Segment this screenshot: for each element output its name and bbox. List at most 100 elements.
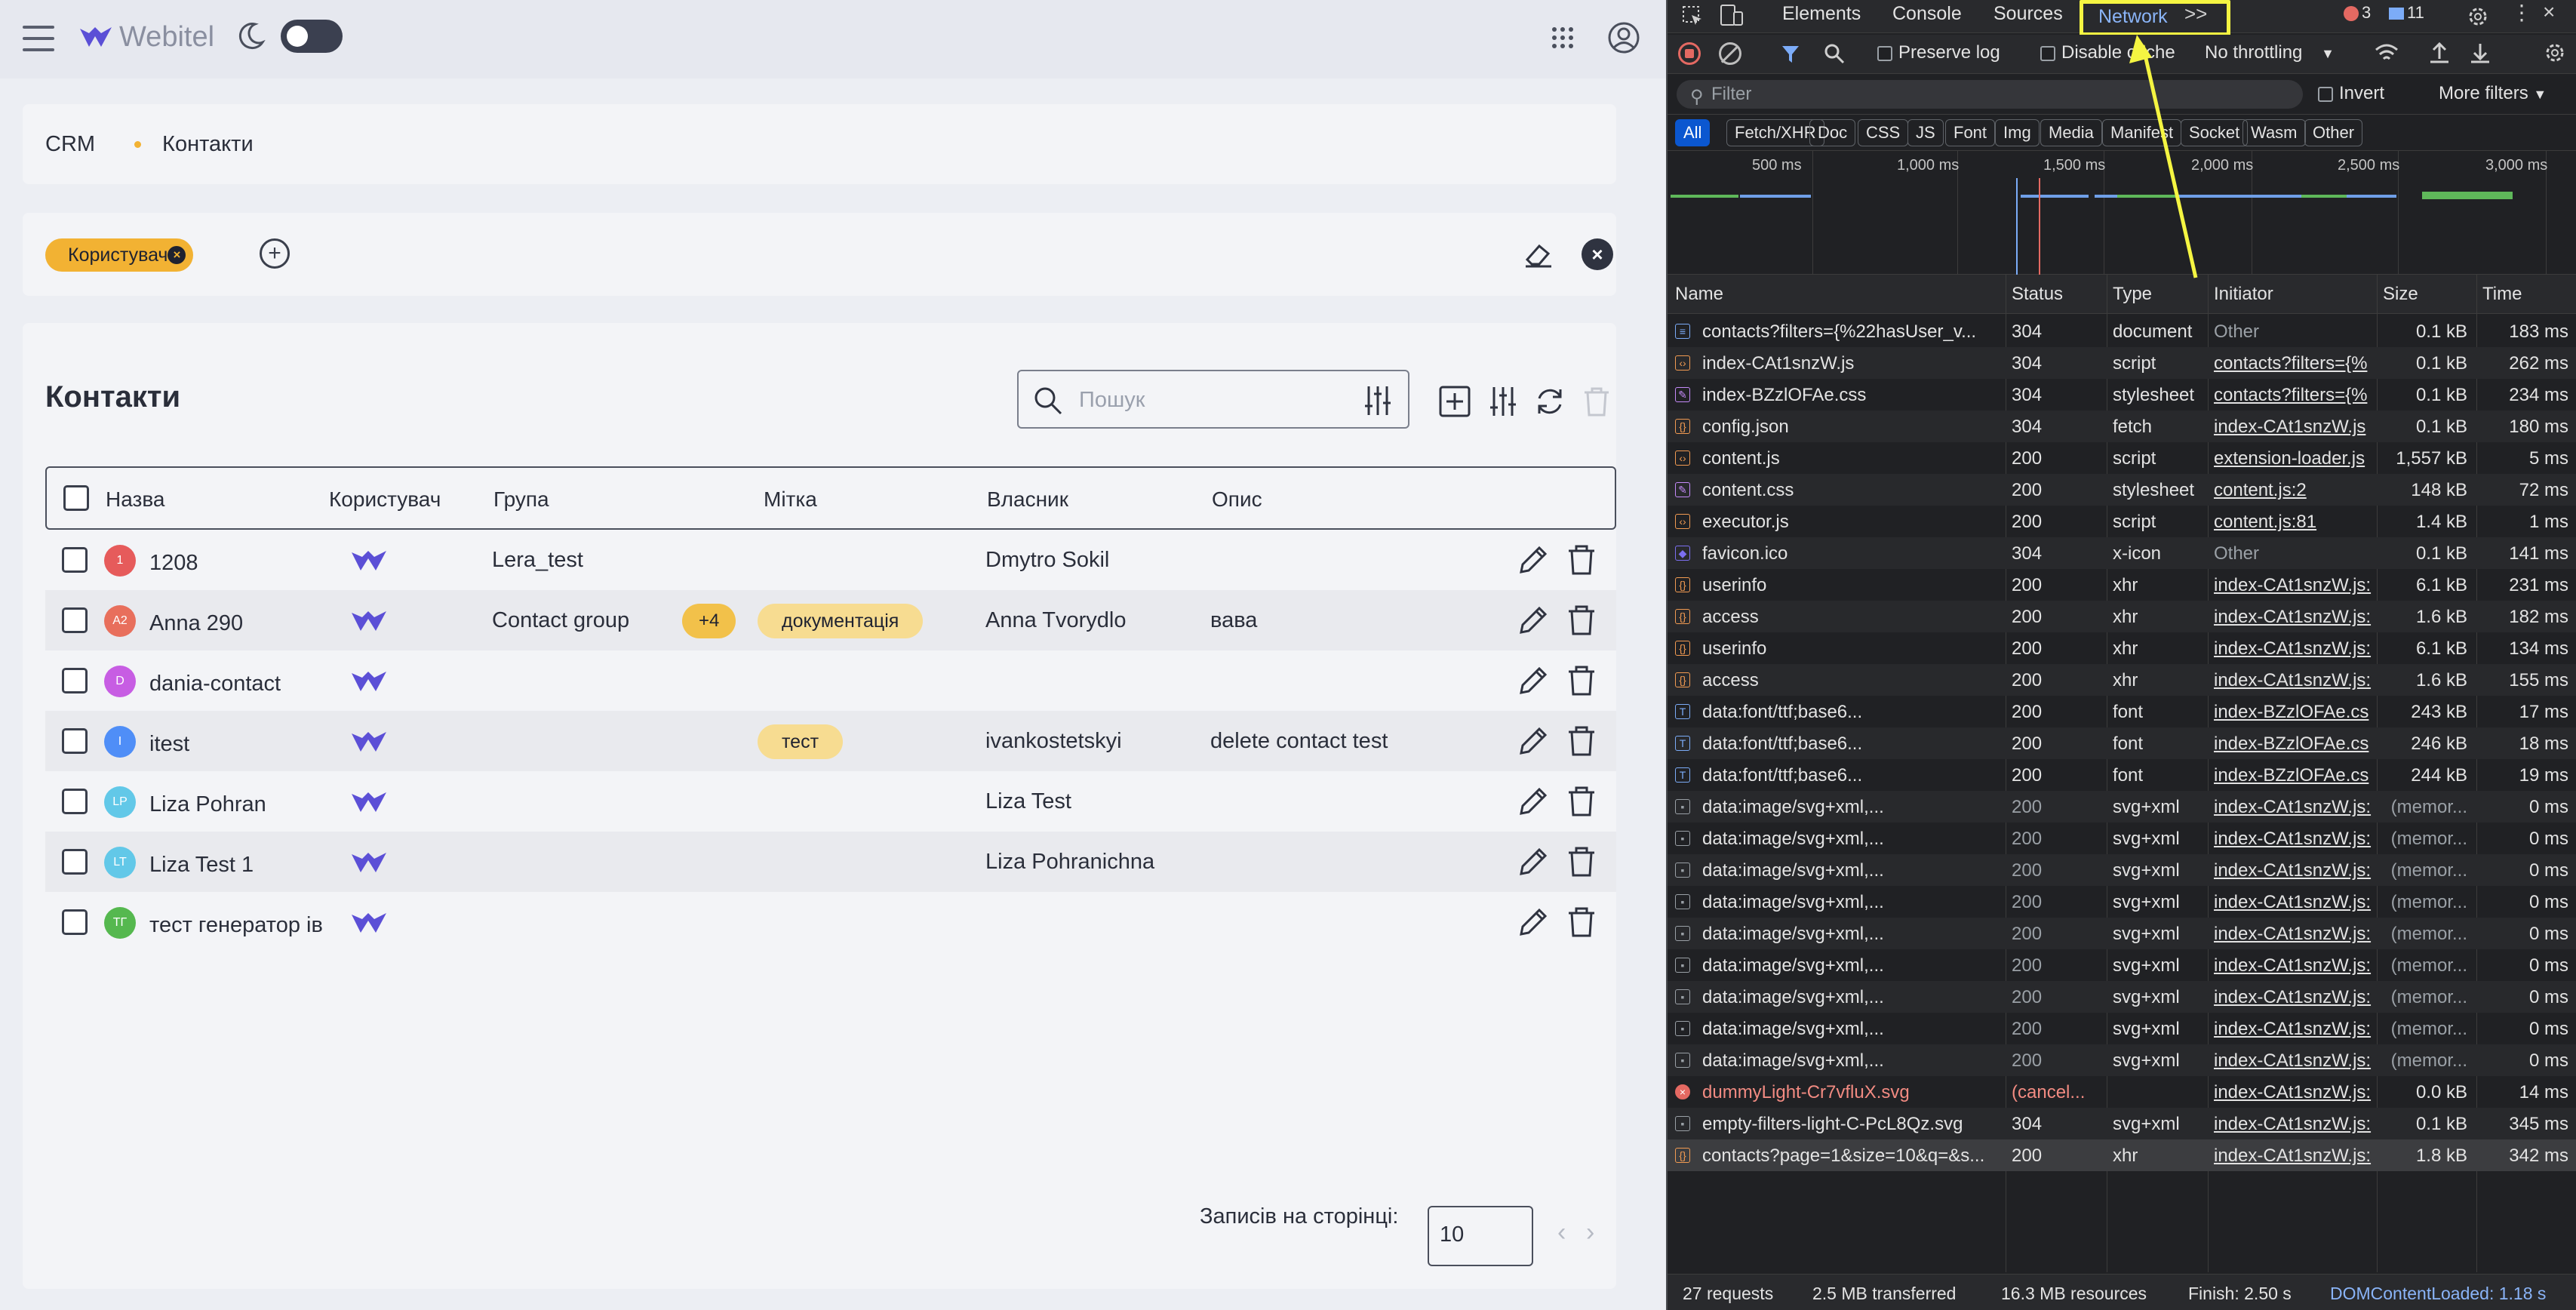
contact-name[interactable]: 1208 [149, 546, 368, 580]
delete-icon[interactable] [1566, 604, 1597, 637]
request-initiator[interactable]: contacts?filters={% [2214, 385, 2383, 406]
row-checkbox[interactable] [62, 728, 88, 754]
edit-icon[interactable] [1517, 785, 1550, 818]
column-header[interactable]: Мітка [764, 487, 817, 512]
remove-filter-icon[interactable]: × [168, 246, 186, 264]
type-filter-socket[interactable]: Socket [2181, 119, 2249, 146]
search-input[interactable]: Пошук [1017, 370, 1409, 429]
table-row[interactable]: 1 1208 Lera_test Dmytro Sokil [45, 530, 1616, 590]
row-checkbox[interactable] [62, 789, 88, 814]
record-icon[interactable] [1678, 42, 1701, 65]
request-row[interactable]: Tdata:font/ttf;base6... 200 font index-BZzl… [1668, 759, 2576, 791]
column-header[interactable]: Група [493, 487, 549, 512]
search-icon[interactable] [1823, 42, 1846, 65]
request-row[interactable]: ✎ content.css 200 stylesheet content.js:2 148… [1668, 474, 2576, 506]
delete-icon[interactable] [1566, 724, 1597, 758]
request-name[interactable]: contacts?filters={%22hasUser_v... [1702, 321, 2004, 343]
request-row[interactable]: ▪ data:image/svg+xml,... 200 svg+xml index-C… [1668, 1013, 2576, 1044]
request-row[interactable]: ▪ empty-filters-light-C-PcL8Qz.svg 304 svg+… [1668, 1108, 2576, 1139]
request-name[interactable]: data:image/svg+xml,... [1702, 1019, 2004, 1040]
request-initiator[interactable]: contacts?filters={% [2214, 353, 2383, 374]
request-name[interactable]: data:image/svg+xml,... [1702, 955, 2004, 976]
contact-name[interactable]: Anna 290 [149, 607, 368, 640]
message-count[interactable]: 11 [2389, 3, 2424, 23]
edit-icon[interactable] [1517, 845, 1550, 878]
request-name[interactable]: content.js [1702, 448, 2004, 469]
logo[interactable]: Webitel [78, 21, 214, 54]
more-filters-dropdown[interactable]: More filters ▼ [2439, 83, 2547, 104]
refresh-icon[interactable] [1533, 385, 1566, 418]
request-initiator[interactable]: index-CAt1snzW.js: [2214, 1082, 2383, 1103]
tab-sources[interactable]: Sources [1993, 3, 2063, 25]
user-account-icon[interactable] [1607, 21, 1640, 54]
group-more-badge[interactable]: +4 [682, 604, 736, 638]
filter-chip-user[interactable]: Користувач × [45, 238, 194, 272]
request-initiator[interactable]: index-CAt1snzW.js: [2214, 955, 2383, 976]
request-row[interactable]: ▪ data:image/svg+xml,... 200 svg+xml index-C… [1668, 918, 2576, 949]
type-filter-other[interactable]: Other [2304, 119, 2363, 146]
type-filter-js[interactable]: JS [1907, 119, 1944, 146]
request-initiator[interactable]: index-CAt1snzW.js: [2214, 638, 2383, 660]
column-header[interactable]: Type [2113, 284, 2152, 305]
request-initiator[interactable]: index-CAt1snzW.js: [2214, 607, 2383, 628]
request-name[interactable]: contacts?page=1&size=10&q=&s... [1702, 1145, 2004, 1167]
request-row[interactable]: ‹› executor.js 200 script content.js:81 1.4 k… [1668, 506, 2576, 537]
request-initiator[interactable]: index-CAt1snzW.js: [2214, 575, 2383, 596]
type-filter-css[interactable]: CSS [1858, 119, 1909, 146]
add-filter-button[interactable]: + [260, 238, 290, 269]
request-name[interactable]: data:font/ttf;base6... [1702, 765, 2004, 786]
delete-icon[interactable] [1566, 785, 1597, 818]
contact-name[interactable]: Liza Test 1 [149, 848, 368, 881]
disable-cache-checkbox[interactable]: Disable cache [2040, 42, 2175, 63]
type-filter-media[interactable]: Media [2040, 119, 2102, 146]
request-name[interactable]: userinfo [1702, 575, 2004, 596]
edit-icon[interactable] [1517, 543, 1550, 577]
request-initiator[interactable]: content.js:2 [2214, 480, 2383, 501]
request-row[interactable]: ▪ data:image/svg+xml,... 200 svg+xml index-C… [1668, 1044, 2576, 1076]
request-initiator[interactable]: index-BZzlOFAe.cs [2214, 702, 2383, 723]
table-row[interactable]: LT Liza Test 1 Liza Pohranichna [45, 832, 1616, 892]
request-initiator[interactable]: index-CAt1snzW.js: [2214, 670, 2383, 691]
column-header[interactable]: Size [2383, 284, 2418, 305]
request-initiator[interactable]: index-CAt1snzW.js: [2214, 892, 2383, 913]
request-name[interactable]: config.json [1702, 417, 2004, 438]
request-row[interactable]: Tdata:font/ttf;base6... 200 font index-BZzl… [1668, 696, 2576, 727]
column-settings-icon[interactable] [1486, 385, 1520, 418]
more-tabs-icon[interactable]: >> [2184, 2, 2207, 26]
column-header[interactable]: Name [1675, 284, 1723, 305]
kebab-menu-icon[interactable]: ⋮ [2511, 0, 2532, 25]
close-devtools-icon[interactable]: × [2543, 0, 2555, 24]
request-row[interactable]: ▪ data:image/svg+xml,... 200 svg+xml index-C… [1668, 949, 2576, 981]
network-conditions-icon[interactable] [2374, 42, 2399, 65]
request-row[interactable]: {} access 200 xhr index-CAt1snzW.js: 1.6 kB 15… [1668, 664, 2576, 696]
edit-icon[interactable] [1517, 664, 1550, 697]
edit-icon[interactable] [1517, 906, 1550, 939]
invert-checkbox[interactable]: Invert [2318, 83, 2384, 104]
request-row[interactable]: {} contacts?page=1&size=10&q=&s... 200 xhr i… [1668, 1139, 2576, 1171]
request-name[interactable]: access [1702, 670, 2004, 691]
error-count[interactable]: 3 [2344, 3, 2371, 23]
delete-icon[interactable] [1566, 543, 1597, 577]
edit-icon[interactable] [1517, 604, 1550, 637]
request-initiator[interactable]: extension-loader.js [2214, 448, 2383, 469]
request-name[interactable]: data:image/svg+xml,... [1702, 892, 2004, 913]
request-row[interactable]: ▪ data:image/svg+xml,... 200 svg+xml index-C… [1668, 854, 2576, 886]
column-header[interactable]: Власник [987, 487, 1068, 512]
request-name[interactable]: data:image/svg+xml,... [1702, 924, 2004, 945]
request-name[interactable]: index-BZzlOFAe.css [1702, 385, 2004, 406]
request-name[interactable]: index-CAt1snzW.js [1702, 353, 2004, 374]
tab-network[interactable]: Network >> [2080, 0, 2230, 36]
request-initiator[interactable]: index-CAt1snzW.js: [2214, 860, 2383, 881]
request-name[interactable]: data:font/ttf;base6... [1702, 702, 2004, 723]
request-initiator[interactable]: Other [2214, 543, 2383, 564]
moon-icon[interactable] [234, 20, 267, 53]
request-row[interactable]: {} access 200 xhr index-CAt1snzW.js: 1.6 kB 18… [1668, 601, 2576, 632]
request-row[interactable]: ▪ data:image/svg+xml,... 200 svg+xml index-C… [1668, 791, 2576, 823]
request-initiator[interactable]: index-BZzlOFAe.cs [2214, 733, 2383, 755]
theme-toggle[interactable] [281, 20, 343, 53]
request-row[interactable]: ▪ data:image/svg+xml,... 200 svg+xml index-C… [1668, 886, 2576, 918]
table-row[interactable]: A2 Anna 290 Contact group +4 документація Ann… [45, 590, 1616, 650]
row-checkbox[interactable] [62, 668, 88, 693]
request-row[interactable]: ▪ data:image/svg+xml,... 200 svg+xml index-C… [1668, 823, 2576, 854]
row-checkbox[interactable] [62, 547, 88, 573]
